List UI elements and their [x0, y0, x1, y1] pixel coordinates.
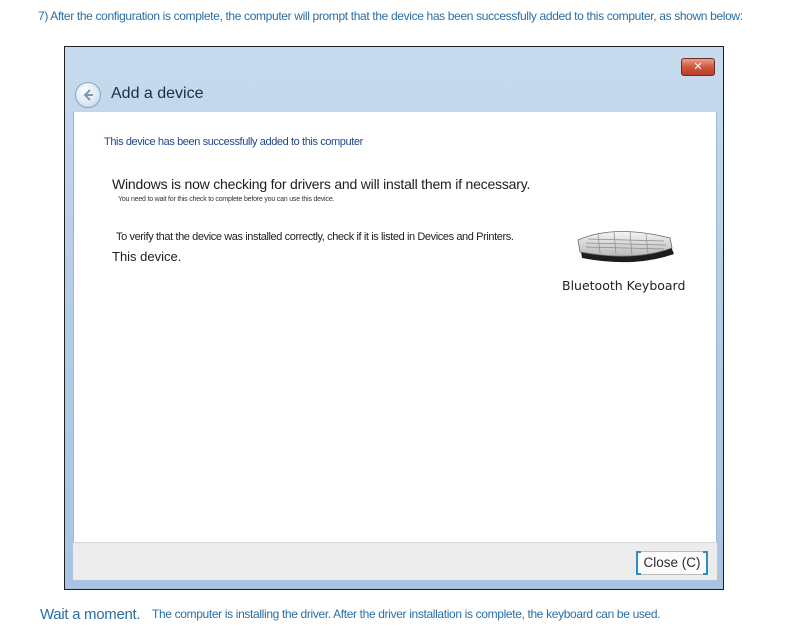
window-title: Add a device [111, 85, 204, 102]
close-button[interactable]: Close (C) [636, 551, 708, 575]
device-label: Bluetooth Keyboard [562, 278, 686, 293]
back-arrow-icon [83, 89, 93, 101]
keyboard-icon [577, 231, 674, 263]
bottom-caption-lead: Wait a moment. [40, 606, 141, 623]
success-message: This device has been successfully added … [104, 136, 363, 148]
add-device-window: ✕ Add a device This device has been succ… [64, 46, 724, 590]
close-x-icon: ✕ [693, 60, 703, 73]
wait-note: You need to wait for this check to compl… [118, 196, 335, 203]
back-button[interactable] [75, 82, 101, 108]
wizard-footer: Close (C) [73, 542, 717, 580]
window-close-button[interactable]: ✕ [681, 58, 715, 76]
bottom-caption-text: The computer is installing the driver. A… [152, 607, 661, 621]
verify-text: To verify that the device was installed … [116, 231, 514, 243]
status-heading: Windows is now checking for drivers and … [112, 176, 531, 192]
this-device-text: This device. [112, 249, 182, 264]
wizard-content: This device has been successfully added … [73, 112, 717, 542]
top-caption: 7) After the configuration is complete, … [38, 9, 743, 23]
